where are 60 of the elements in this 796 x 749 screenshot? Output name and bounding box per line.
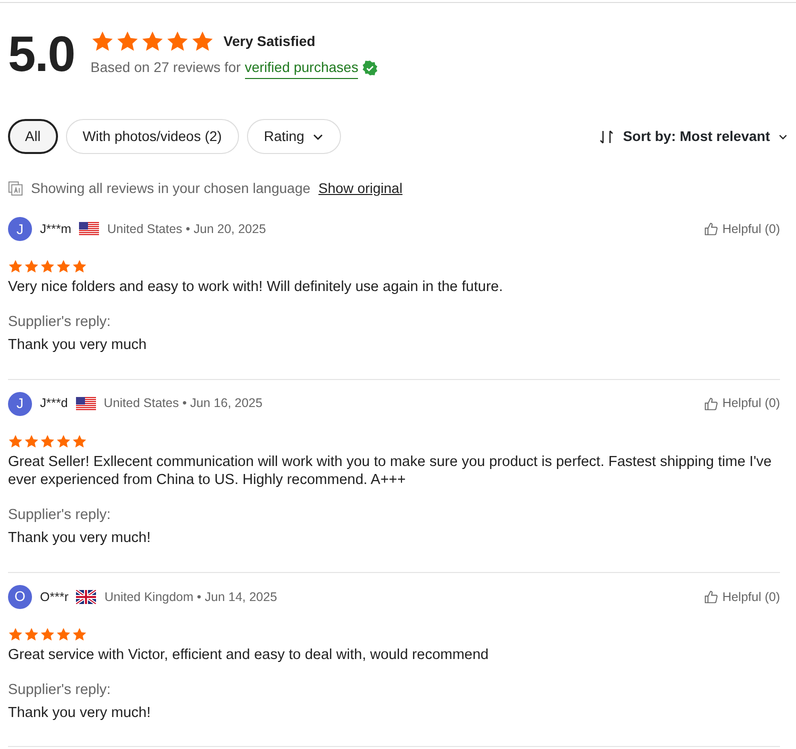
star-icon bbox=[72, 626, 87, 642]
thumbs-up-icon bbox=[704, 590, 718, 604]
user-avatar: J bbox=[8, 217, 32, 241]
star-icon bbox=[190, 30, 214, 52]
star-icon bbox=[40, 626, 55, 642]
star-icon bbox=[8, 626, 23, 642]
star-icon bbox=[40, 434, 55, 449]
flag-icon bbox=[79, 222, 100, 236]
star-icon bbox=[72, 434, 87, 449]
satisfaction-label: Very Satisfied bbox=[224, 32, 316, 51]
supplier-reply: Thank you very much! bbox=[8, 529, 152, 548]
translate-icon bbox=[8, 181, 23, 196]
helpful-button[interactable]: Helpful (0) bbox=[704, 220, 780, 238]
star-icon bbox=[8, 259, 23, 274]
review-meta: United States • Jun 20, 2025 bbox=[107, 220, 266, 238]
supplier-reply: Thank you very much! bbox=[8, 704, 152, 722]
star-icon bbox=[40, 259, 55, 274]
reply-label: Supplier's reply: bbox=[8, 506, 112, 526]
thumbs-up-icon bbox=[704, 222, 718, 236]
user-avatar: J bbox=[8, 392, 32, 416]
supplier-reply: Thank you very much bbox=[8, 336, 148, 355]
translation-notice: Showing all reviews in your chosen language bbox=[31, 179, 310, 198]
sort-icon bbox=[598, 128, 615, 144]
review-text: Great service with Victor, efficient and easy to deal with, would recommend bbox=[8, 646, 490, 665]
star-icon bbox=[90, 30, 114, 52]
star-icon bbox=[166, 30, 189, 52]
star-icon bbox=[56, 259, 71, 274]
sort-dropdown[interactable]: Sort by: Most relevant bbox=[622, 126, 788, 147]
show-original-link[interactable]: Show original bbox=[318, 178, 402, 199]
rating-dropdown[interactable]: Rating bbox=[246, 119, 342, 154]
review-text: Great Seller! Exllecent communication will work with you to make sure you product is perfect. Fastest shipping time I've ever experienced from China to US. Highly recommend. A+++ bbox=[8, 452, 773, 490]
filter-chip[interactable]: All bbox=[8, 119, 58, 154]
star-icon bbox=[56, 434, 71, 449]
reviewer-name: O***r bbox=[40, 588, 68, 606]
star-icon bbox=[72, 259, 87, 274]
helpful-button[interactable]: Helpful (0) bbox=[704, 394, 780, 413]
reviewer-name: J***d bbox=[40, 395, 68, 412]
flag-icon bbox=[76, 396, 96, 411]
review-meta: United States • Jun 16, 2025 bbox=[104, 395, 262, 412]
star-icon bbox=[8, 434, 23, 449]
user-avatar: O bbox=[8, 584, 32, 609]
star-icon bbox=[140, 30, 164, 52]
reply-label: Supplier's reply: bbox=[8, 680, 112, 700]
flag-icon bbox=[76, 590, 96, 604]
review-meta: United Kingdom • Jun 14, 2025 bbox=[104, 588, 278, 606]
review-text: Very nice folders and easy to work with! Will definitely use again in the future. bbox=[8, 278, 504, 297]
star-icon bbox=[24, 626, 39, 642]
thumbs-up-icon bbox=[704, 396, 718, 411]
reply-label: Supplier's reply: bbox=[8, 312, 112, 332]
verified-badge-icon bbox=[362, 60, 378, 76]
review-count-text: Based on 27 reviews for bbox=[90, 58, 241, 77]
star-icon bbox=[56, 626, 71, 642]
star-icon bbox=[24, 259, 39, 274]
rating-score: 5.0 bbox=[8, 29, 75, 79]
verified-purchases-link[interactable]: verified purchases bbox=[244, 56, 358, 78]
reviewer-name: J***m bbox=[40, 220, 72, 238]
helpful-button[interactable]: Helpful (0) bbox=[704, 588, 780, 606]
filter-chip[interactable]: With photos/videos (2) bbox=[66, 119, 239, 154]
star-icon bbox=[24, 434, 39, 449]
star-icon bbox=[116, 30, 139, 52]
